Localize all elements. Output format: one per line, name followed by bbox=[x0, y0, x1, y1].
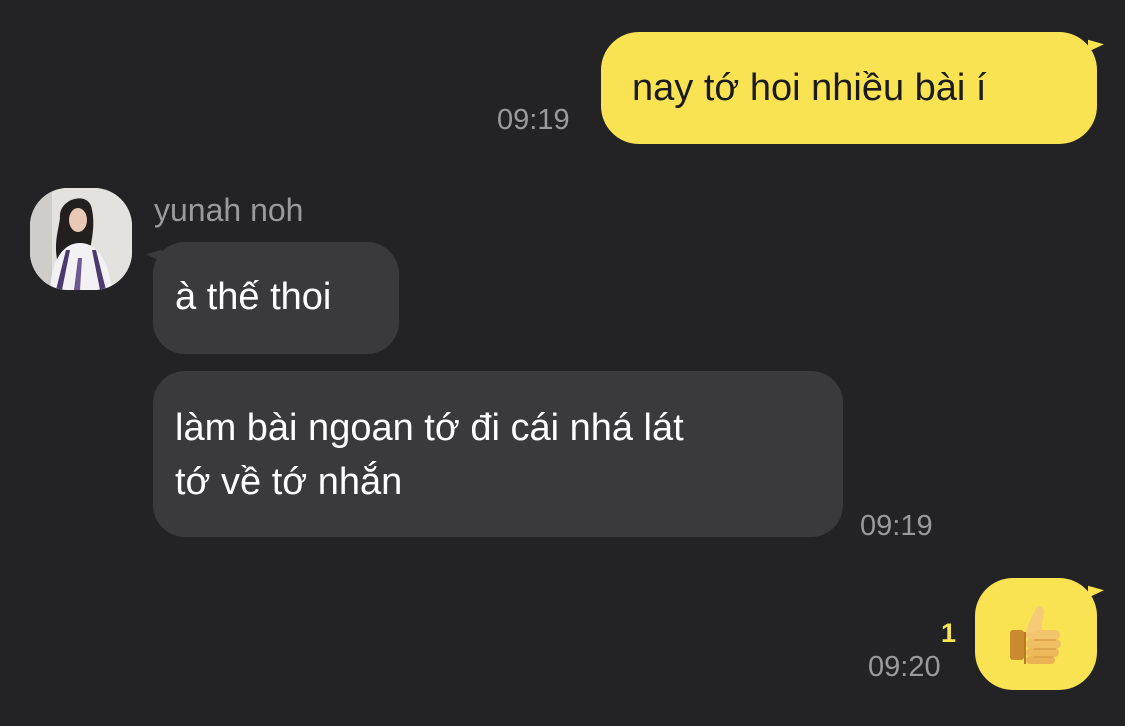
message-text: làm bài ngoan tớ đi cái nhá lát tớ về tớ… bbox=[175, 407, 684, 503]
incoming-message-bubble[interactable]: làm bài ngoan tớ đi cái nhá lát tớ về tớ… bbox=[153, 371, 843, 537]
unread-count: 1 bbox=[941, 618, 957, 648]
message-timestamp: 09:19 bbox=[860, 510, 933, 542]
message-text: nay tớ hoi nhiều bài í bbox=[632, 67, 987, 109]
message-timestamp: 09:19 bbox=[497, 104, 570, 136]
outgoing-emoji-bubble[interactable] bbox=[975, 578, 1097, 690]
incoming-message-bubble[interactable]: à thế thoi bbox=[153, 242, 399, 354]
avatar-photo bbox=[30, 188, 132, 290]
thumbs-up-icon bbox=[1006, 604, 1068, 666]
outgoing-message-bubble[interactable]: nay tớ hoi nhiều bài í bbox=[601, 32, 1097, 144]
sender-name: yunah noh bbox=[154, 192, 304, 228]
sender-avatar[interactable] bbox=[30, 188, 132, 290]
chat-thread: 09:19 nay tớ hoi nhiều bài í yunah noh à… bbox=[0, 0, 1125, 726]
message-timestamp: 09:20 bbox=[868, 651, 941, 683]
message-text: à thế thoi bbox=[175, 276, 332, 318]
